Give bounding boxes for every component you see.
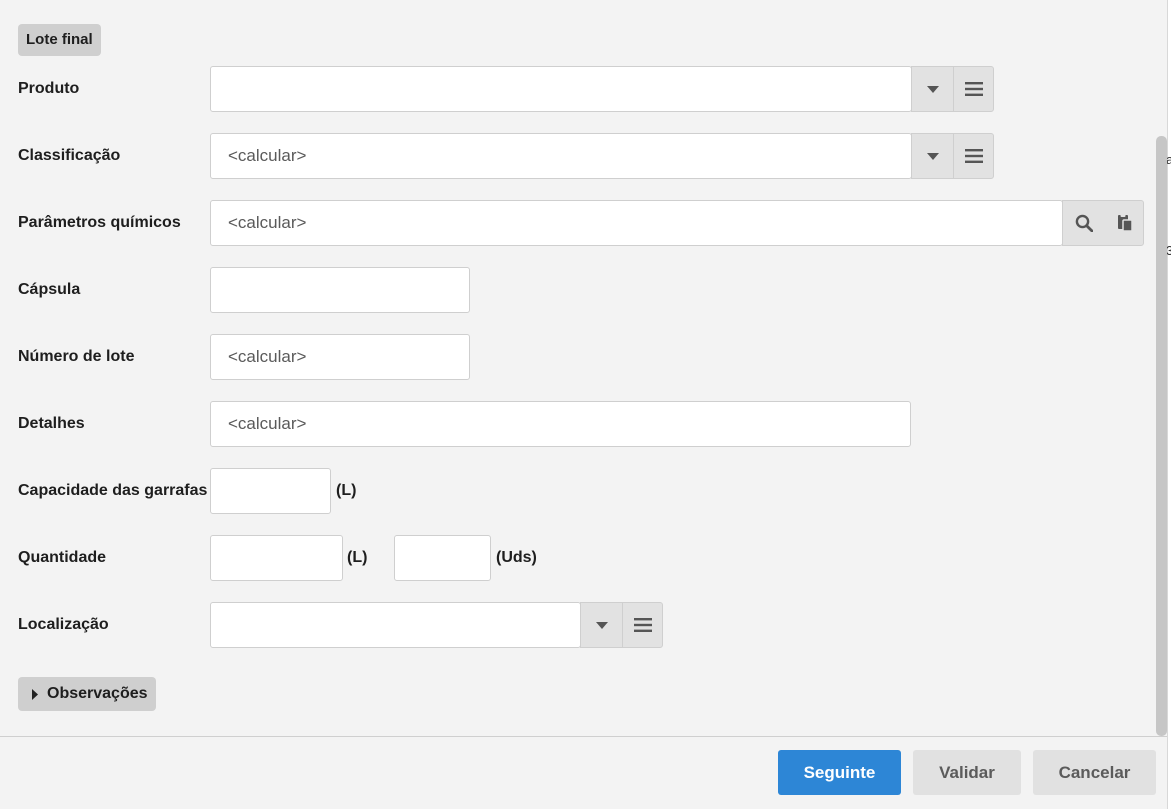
footer-divider [0, 736, 1167, 737]
chevron-down-icon [926, 152, 939, 160]
classificacao-list-button[interactable] [953, 134, 994, 178]
capacidade-field[interactable] [210, 468, 331, 514]
quantidade-litros-unit: (L) [347, 549, 368, 566]
classificacao-label: Classificação [18, 147, 121, 164]
parametros-field[interactable]: <calcular> [210, 200, 1063, 246]
search-icon [1075, 214, 1093, 232]
produto-buttons [911, 66, 994, 112]
capacidade-unit: (L) [336, 482, 357, 499]
background-window-edge [1167, 0, 1171, 809]
validar-button[interactable]: Validar [913, 750, 1021, 795]
clipboard-icon [1117, 214, 1133, 232]
capsula-label: Cápsula [18, 281, 81, 298]
produto-list-button[interactable] [953, 67, 994, 111]
cancelar-button[interactable]: Cancelar [1033, 750, 1156, 795]
quantidade-litros-field[interactable] [210, 535, 343, 581]
parametros-paste-button[interactable] [1104, 201, 1145, 245]
numero-lote-field[interactable]: <calcular> [210, 334, 470, 380]
parametros-buttons [1062, 200, 1144, 246]
parametros-search-button[interactable] [1063, 201, 1104, 245]
produto-combobox[interactable] [210, 66, 912, 112]
quantidade-label: Quantidade [18, 549, 107, 566]
localizacao-dropdown-button[interactable] [581, 603, 622, 647]
localizacao-combobox[interactable] [210, 602, 581, 648]
classificacao-combobox[interactable]: <calcular> [210, 133, 912, 179]
numero-lote-label: Número de lote [18, 348, 135, 365]
capacidade-label: Capacidade das garrafas [18, 482, 208, 499]
quantidade-unidades-unit: (Uds) [496, 549, 537, 566]
chevron-down-icon [926, 85, 939, 93]
chevron-down-icon [595, 621, 608, 629]
vertical-scrollbar[interactable] [1156, 136, 1167, 736]
observacoes-label: Observações [47, 685, 148, 702]
section-title-lote-final: Lote final [18, 24, 101, 56]
localizacao-label: Localização [18, 616, 109, 633]
produto-label: Produto [18, 80, 80, 97]
capsula-field[interactable] [210, 267, 470, 313]
detalhes-label: Detalhes [18, 415, 85, 432]
quantidade-unidades-field[interactable] [394, 535, 491, 581]
localizacao-list-button[interactable] [622, 603, 663, 647]
parametros-label: Parâmetros químicos [18, 214, 181, 231]
classificacao-dropdown-button[interactable] [912, 134, 953, 178]
observacoes-toggle[interactable]: Observações [18, 677, 156, 711]
seguinte-button[interactable]: Seguinte [778, 750, 901, 795]
list-icon [965, 82, 983, 96]
list-icon [634, 618, 652, 632]
detalhes-field[interactable]: <calcular> [210, 401, 911, 447]
triangle-right-icon [32, 688, 38, 700]
produto-dropdown-button[interactable] [912, 67, 953, 111]
classificacao-buttons [911, 133, 994, 179]
list-icon [965, 149, 983, 163]
lote-final-dialog: a 3 Lote final Produto Classificação <ca… [0, 0, 1171, 809]
localizacao-buttons [580, 602, 663, 648]
